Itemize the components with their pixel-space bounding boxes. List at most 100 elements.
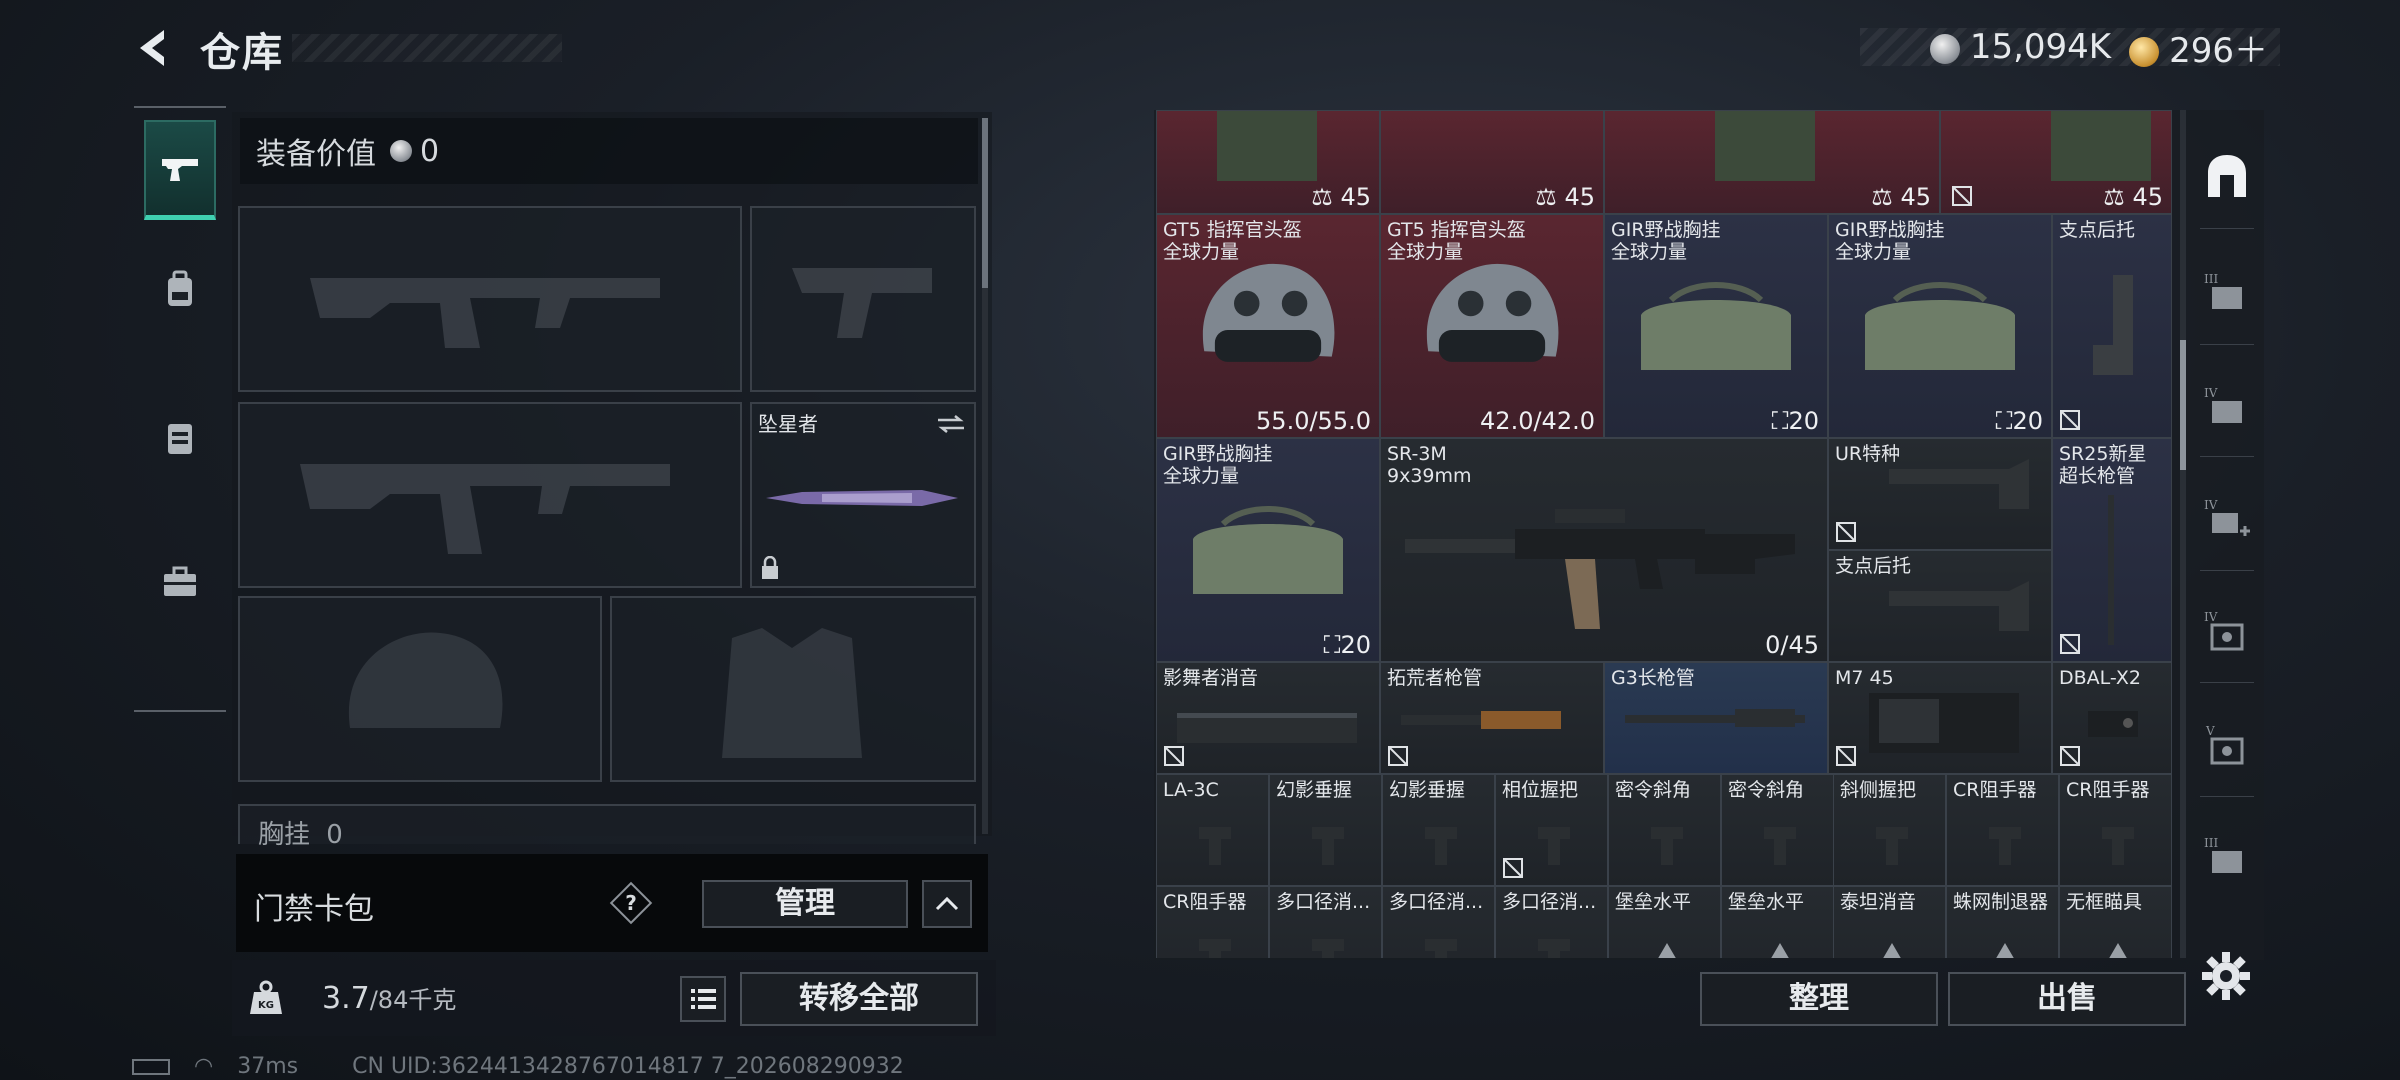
ping-readout: 37ms	[237, 1054, 299, 1079]
uid-readout: CN UID:3624413428767014817 7_20260829093…	[352, 1054, 904, 1079]
armor-slot[interactable]	[610, 596, 976, 782]
gold-currency[interactable]: 296＋	[2129, 23, 2268, 72]
stash-item-attachment[interactable]: 密令斜角	[1608, 774, 1721, 886]
stash-item-attachment[interactable]: 斜侧握把	[1833, 774, 1946, 886]
stash-item-chest-rig[interactable]: GIR野战胸挂 全球力量 ⛶20	[1156, 438, 1380, 662]
title-decoration	[292, 34, 562, 62]
stash-item-vest[interactable]: ⚖ 45	[1940, 110, 2172, 214]
primary-weapon-slot[interactable]	[238, 206, 742, 392]
page-title: 仓库	[200, 30, 284, 76]
item-name: 堡垒水平	[1615, 891, 1692, 913]
item-name: 多口径消...	[1276, 891, 1371, 913]
attachment-art-icon	[1312, 827, 1344, 865]
silver-currency[interactable]: 15,094K	[1929, 27, 2111, 67]
stash-item-stock[interactable]: UR特种	[1828, 438, 2052, 550]
loadout-scrollbar-thumb[interactable]	[982, 118, 988, 288]
no-insure-icon	[2060, 410, 2080, 430]
stash-item-barrel[interactable]: G3长枪管	[1604, 662, 1828, 774]
stash-item-chest-rig[interactable]: GIR野战胸挂 全球力量 ⛶20	[1828, 214, 2052, 438]
toolbox-icon	[164, 566, 196, 596]
transfer-all-button[interactable]: 转移全部	[740, 972, 978, 1026]
stash-item-attachment[interactable]: 多口径消...	[1269, 886, 1382, 958]
stash-item-attachment[interactable]: 无框瞄具	[2059, 886, 2172, 958]
settings-button[interactable]	[2198, 948, 2254, 1004]
tier3-expand-icon: III	[2204, 272, 2242, 309]
stock-art-icon	[1889, 459, 2029, 509]
collapse-button[interactable]	[922, 880, 972, 928]
category-tab-vest[interactable]	[144, 388, 216, 488]
stash-item-attachment[interactable]: CR阻手器	[1946, 774, 2059, 886]
secondary-weapon-slot[interactable]	[750, 206, 976, 392]
melee-slot[interactable]: 坠星者	[750, 402, 976, 588]
stash-item-attachment[interactable]: LA-3C	[1156, 774, 1269, 886]
stash-item-suppressor[interactable]: 影舞者消音	[1156, 662, 1380, 774]
rail-page-3b[interactable]: III	[2196, 818, 2258, 898]
status-bar: ◠ 37ms CN UID:3624413428767014817 7_2026…	[132, 1054, 904, 1079]
rail-page-4b[interactable]: IV	[2196, 480, 2258, 560]
back-button[interactable]	[130, 24, 178, 72]
stash-item-attachment[interactable]: 多口径消...	[1382, 886, 1495, 958]
sell-button[interactable]: 出售	[1948, 972, 2186, 1026]
keycard-bar: 门禁卡包 ? 管理	[236, 854, 988, 952]
stash-item-helmet[interactable]: GT5 指挥官头盔 全球力量 42.0/42.0	[1380, 214, 1604, 438]
stash-item-vest[interactable]: ⚖ 45	[1380, 110, 1604, 214]
backpack-icon	[168, 270, 192, 306]
stash-item-attachment[interactable]: 幻影垂握	[1382, 774, 1495, 886]
stash-item-barrel[interactable]: SR25新星 超长枪管	[2052, 438, 2172, 662]
no-insure-icon	[1503, 858, 1523, 878]
category-tab-backpack[interactable]	[144, 240, 216, 340]
stash-item-helmet[interactable]: GT5 指挥官头盔 全球力量 55.0/55.0	[1156, 214, 1380, 438]
stash-item-attachment[interactable]: 堡垒水平	[1721, 886, 1834, 958]
stash-item-stock[interactable]: 支点后托	[2052, 214, 2172, 438]
category-sidebar	[134, 106, 226, 712]
stash-scrollbar-thumb[interactable]	[2180, 340, 2186, 470]
handguard-art-icon	[1177, 713, 1357, 743]
stash-item-rifle[interactable]: SR-3M 9x39mm 0/45	[1380, 438, 1828, 662]
manage-button[interactable]: 管理	[702, 880, 908, 928]
stash-item-attachment[interactable]: CR阻手器	[1156, 886, 1269, 958]
stash-scrollbar[interactable]	[2180, 110, 2186, 958]
stash-item-chest-rig[interactable]: GIR野战胸挂 全球力量 ⛶20	[1604, 214, 1828, 438]
stash-item-vest[interactable]: ⚖ 45	[1156, 110, 1380, 214]
svg-text:IV: IV	[2204, 498, 2218, 512]
stash-item-laser[interactable]: DBAL-X2	[2052, 662, 2172, 774]
weight-icon: ⚖	[1871, 183, 1893, 211]
chest-rig-slot[interactable]: 胸挂 0	[238, 804, 976, 850]
stash-item-stock[interactable]: 支点后托	[1828, 550, 2052, 662]
helmet-slot[interactable]	[238, 596, 602, 782]
rifle-silhouette-icon	[300, 464, 670, 554]
rail-page-5[interactable]: V	[2196, 706, 2258, 786]
primary-weapon-slot-2[interactable]	[238, 402, 742, 588]
attachment-art-icon	[1658, 943, 1676, 958]
rail-page-4c[interactable]: IV	[2196, 592, 2258, 672]
item-name: 密令斜角	[1615, 779, 1692, 801]
currency-bar: 15,094K 296＋	[1860, 27, 2280, 71]
stash-item-attachment[interactable]: 泰坦消音	[1833, 886, 1946, 958]
capacity-icon: ⛶	[1323, 631, 1341, 659]
help-button[interactable]: ?	[609, 881, 653, 925]
stash-item-barrel[interactable]: 拓荒者枪管	[1380, 662, 1604, 774]
capacity-icon: ⛶	[1995, 407, 2013, 435]
stash-item-attachment[interactable]: 密令斜角	[1721, 774, 1834, 886]
lock-icon	[762, 556, 778, 579]
barrel-art-icon	[1401, 711, 1561, 729]
category-tab-toolbox[interactable]	[144, 532, 216, 632]
laser-art-icon	[2088, 711, 2138, 737]
rail-page-3[interactable]: III	[2196, 254, 2258, 334]
swap-icon[interactable]	[936, 414, 966, 434]
stash-item-magazine[interactable]: M7 45	[1828, 662, 2052, 774]
category-tab-weapons[interactable]	[144, 120, 216, 220]
rail-page-4a[interactable]: IV	[2196, 368, 2258, 448]
stash-item-attachment[interactable]: 相位握把	[1495, 774, 1608, 886]
stash-item-attachment[interactable]: CR阻手器	[2059, 774, 2172, 886]
item-name: CR阻手器	[1953, 779, 2037, 801]
stash-item-attachment[interactable]: 蛛网制退器	[1946, 886, 2059, 958]
stash-item-attachment[interactable]: 堡垒水平	[1608, 886, 1721, 958]
rail-stash-home[interactable]	[2196, 136, 2258, 216]
stash-item-vest[interactable]: ⚖ 45	[1604, 110, 1940, 214]
stash-item-attachment[interactable]: 幻影垂握	[1269, 774, 1382, 886]
sort-button[interactable]: 整理	[1700, 972, 1938, 1026]
item-name: LA-3C	[1163, 779, 1219, 801]
list-view-button[interactable]	[680, 976, 726, 1022]
stash-item-attachment[interactable]: 多口径消...	[1495, 886, 1608, 958]
